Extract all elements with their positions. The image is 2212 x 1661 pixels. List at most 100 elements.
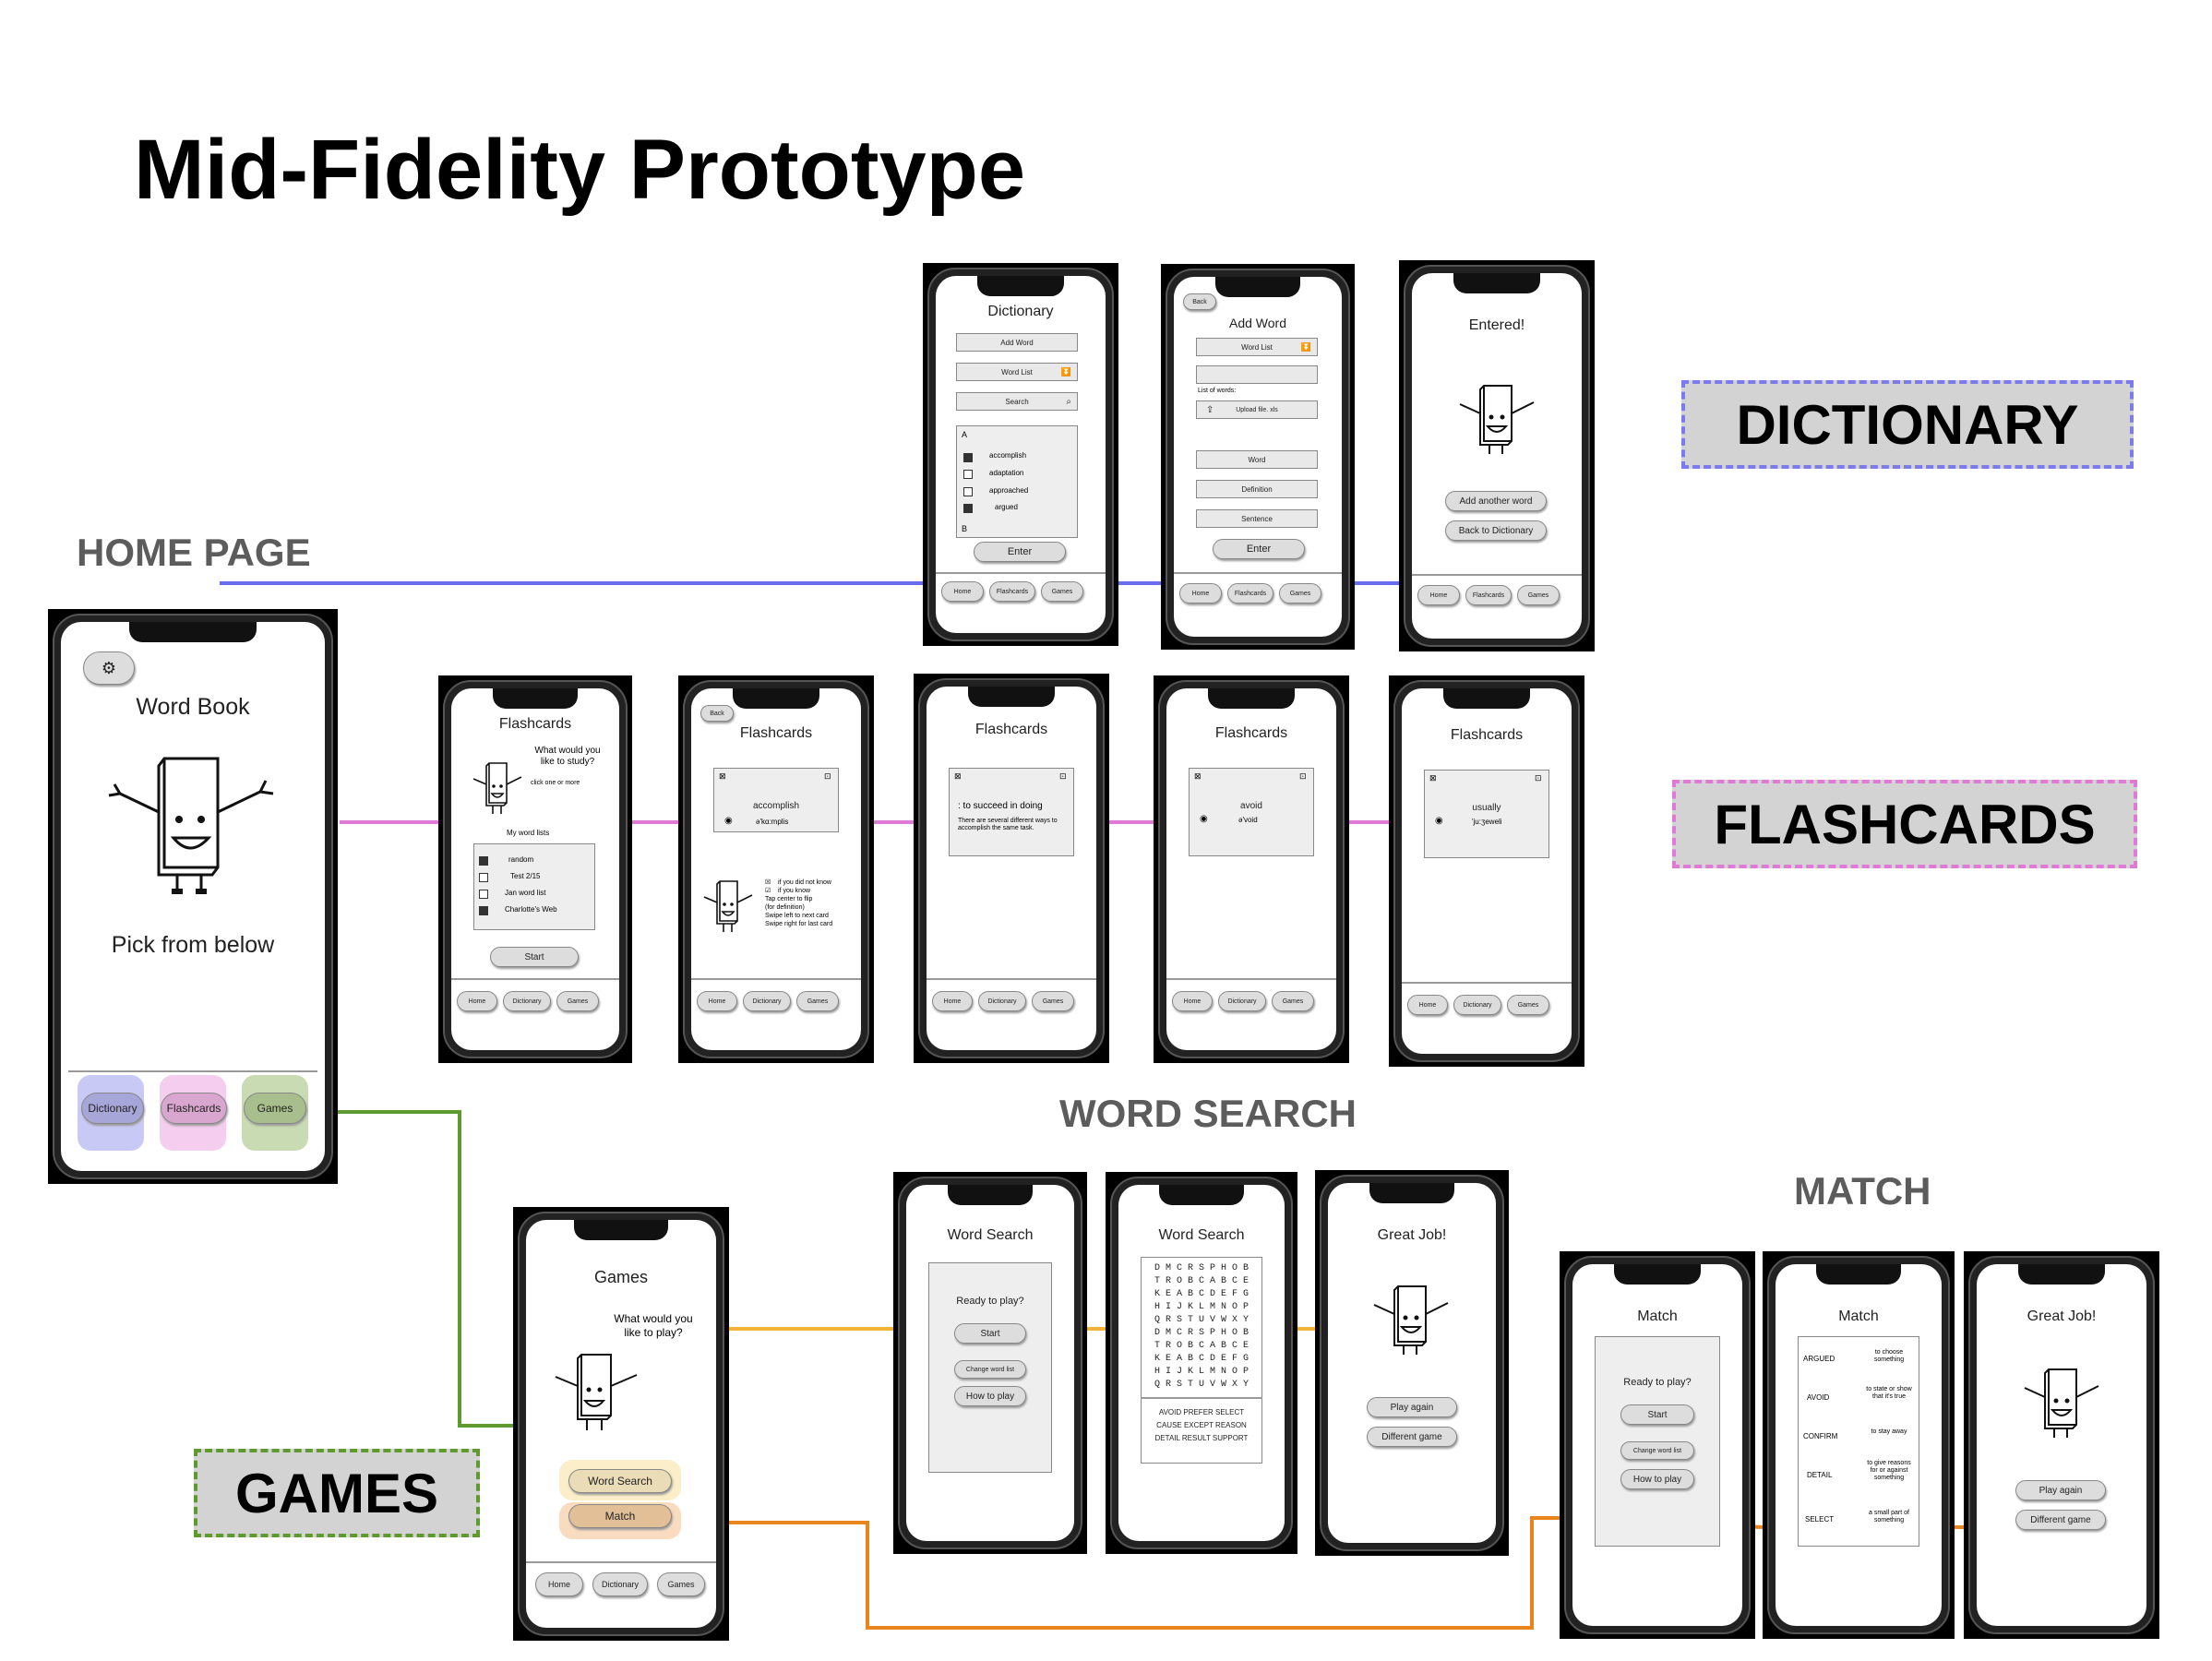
add-another-word-button[interactable]: Add another word [1445, 491, 1547, 511]
match-definition[interactable]: to give reasons for or against something [1864, 1460, 1914, 1482]
check-box-icon[interactable]: ⊡ [1299, 771, 1307, 782]
audio-icon[interactable]: ◉ [724, 816, 733, 826]
nav-flashcards-button[interactable]: Flashcards [989, 581, 1035, 602]
start-button[interactable]: Start [954, 1323, 1026, 1344]
audio-icon[interactable]: ◉ [1435, 816, 1443, 826]
match-term[interactable]: SELECT [1805, 1515, 1834, 1524]
flashcard[interactable] [1189, 768, 1314, 856]
letter-row[interactable]: H I J K L M N O P [1141, 1366, 1262, 1379]
nav-dictionary-button[interactable]: Dictionary [1453, 995, 1501, 1015]
checkbox[interactable] [479, 873, 488, 882]
letter-row[interactable]: D M C R S P H O B [1141, 1262, 1262, 1275]
flashcard[interactable] [949, 768, 1074, 856]
nav-dictionary-button[interactable]: Dictionary [978, 991, 1026, 1011]
enter-button[interactable]: Enter [1213, 539, 1305, 559]
letter-row[interactable]: T R O B C A B C E [1141, 1275, 1262, 1288]
match-term[interactable]: CONFIRM [1803, 1432, 1837, 1440]
match-definition[interactable]: to state or show that it's true [1864, 1386, 1914, 1401]
match-term[interactable]: AVOID [1807, 1393, 1829, 1402]
nav-dictionary-button[interactable]: Dictionary [592, 1572, 648, 1596]
play-again-button[interactable]: Play again [2015, 1480, 2106, 1500]
match-definition[interactable]: to choose something [1864, 1349, 1914, 1364]
nav-home-button[interactable]: Home [1407, 995, 1448, 1015]
start-button[interactable]: Start [490, 947, 579, 967]
word-list-dropdown[interactable]: Word List ⏬ [1196, 338, 1318, 356]
checkbox[interactable] [479, 890, 488, 899]
audio-icon[interactable]: ◉ [1200, 814, 1208, 824]
how-to-play-button[interactable]: How to play [954, 1386, 1026, 1406]
nav-home-button[interactable]: Home [941, 581, 984, 602]
check-box-icon[interactable]: ⊡ [1535, 773, 1542, 783]
letter-row[interactable]: Q R S T U V W X Y [1141, 1314, 1262, 1327]
different-game-button[interactable]: Different game [2015, 1510, 2106, 1530]
back-button[interactable]: Back [700, 705, 734, 722]
nav-home-button[interactable]: Home [932, 991, 973, 1011]
start-button[interactable]: Start [1620, 1404, 1694, 1425]
nav-home-button[interactable]: Home [1172, 991, 1213, 1011]
nav-games-button[interactable]: Games [1517, 585, 1560, 605]
word-search-button[interactable]: Word Search [568, 1469, 672, 1493]
nav-home-button[interactable]: Home [697, 991, 737, 1011]
nav-home-button[interactable]: Home [1417, 585, 1460, 605]
nav-dictionary-button[interactable]: Dictionary [81, 1093, 144, 1124]
checkbox[interactable] [963, 470, 973, 479]
back-button[interactable]: Back [1183, 293, 1216, 310]
nav-games-button[interactable]: Games [1272, 991, 1314, 1011]
enter-button[interactable]: Enter [974, 542, 1066, 562]
checkbox[interactable] [963, 504, 973, 513]
letter-row[interactable]: T R O B C A B C E [1141, 1340, 1262, 1353]
nav-home-button[interactable]: Home [1179, 583, 1222, 603]
nav-dictionary-button[interactable]: Dictionary [743, 991, 791, 1011]
match-button[interactable]: Match [568, 1504, 672, 1528]
nav-home-button[interactable]: Home [535, 1572, 583, 1596]
sentence-input[interactable]: Sentence [1196, 509, 1318, 528]
match-term[interactable]: DETAIL [1807, 1471, 1832, 1479]
check-box-icon[interactable]: ⊡ [824, 771, 831, 782]
letter-row[interactable]: Q R S T U V W X Y [1141, 1379, 1262, 1392]
nav-games-button[interactable]: Games [1507, 995, 1549, 1015]
nav-games-button[interactable]: Games [244, 1093, 306, 1124]
match-definition[interactable]: to stay away [1864, 1428, 1914, 1436]
nav-games-button[interactable]: Games [556, 991, 599, 1011]
definition-input[interactable]: Definition [1196, 480, 1318, 498]
nav-dictionary-button[interactable]: Dictionary [503, 991, 551, 1011]
nav-flashcards-button[interactable]: Flashcards [1465, 585, 1512, 605]
add-word-button[interactable]: Add Word [956, 333, 1078, 352]
letter-row[interactable]: H I J K L M N O P [1141, 1301, 1262, 1314]
close-box-icon[interactable]: ⊠ [1429, 773, 1437, 783]
change-word-list-button[interactable]: Change word list [954, 1360, 1026, 1379]
different-game-button[interactable]: Different game [1367, 1427, 1457, 1447]
change-word-list-button[interactable]: Change word list [1620, 1441, 1694, 1460]
nav-flashcards-button[interactable]: Flashcards [161, 1093, 227, 1124]
checkbox[interactable] [963, 487, 973, 496]
nav-dictionary-button[interactable]: Dictionary [1218, 991, 1266, 1011]
word-list-name-input[interactable] [1196, 365, 1318, 384]
nav-home-button[interactable]: Home [457, 991, 497, 1011]
close-box-icon[interactable]: ⊠ [954, 771, 962, 782]
nav-games-button[interactable]: Games [796, 991, 839, 1011]
nav-games-button[interactable]: Games [1041, 581, 1083, 602]
word-list-dropdown[interactable]: Word List ⏬ [956, 363, 1078, 381]
checkbox[interactable] [963, 453, 973, 462]
close-box-icon[interactable]: ⊠ [719, 771, 726, 782]
letter-row[interactable]: K E A B C D E F G [1141, 1353, 1262, 1366]
word-input[interactable]: Word [1196, 450, 1318, 469]
match-term[interactable]: ARGUED [1803, 1355, 1835, 1363]
letter-row[interactable]: D M C R S P H O B [1141, 1327, 1262, 1340]
nav-games-button[interactable]: Games [657, 1572, 705, 1596]
nav-games-button[interactable]: Games [1279, 583, 1321, 603]
checkbox[interactable] [479, 856, 488, 866]
search-input[interactable]: Search ⌕ [956, 392, 1078, 411]
play-again-button[interactable]: Play again [1367, 1397, 1457, 1417]
flashcard[interactable] [1424, 770, 1549, 858]
match-definition[interactable]: a small part of something [1864, 1510, 1914, 1524]
checkbox[interactable] [479, 906, 488, 915]
back-to-dictionary-button[interactable]: Back to Dictionary [1445, 520, 1547, 541]
close-box-icon[interactable]: ⊠ [1194, 771, 1202, 782]
nav-games-button[interactable]: Games [1032, 991, 1074, 1011]
check-box-icon[interactable]: ⊡ [1059, 771, 1067, 782]
nav-flashcards-button[interactable]: Flashcards [1227, 583, 1273, 603]
settings-button[interactable]: ⚙ [83, 651, 135, 685]
letter-row[interactable]: K E A B C D E F G [1141, 1288, 1262, 1301]
how-to-play-button[interactable]: How to play [1620, 1469, 1694, 1489]
